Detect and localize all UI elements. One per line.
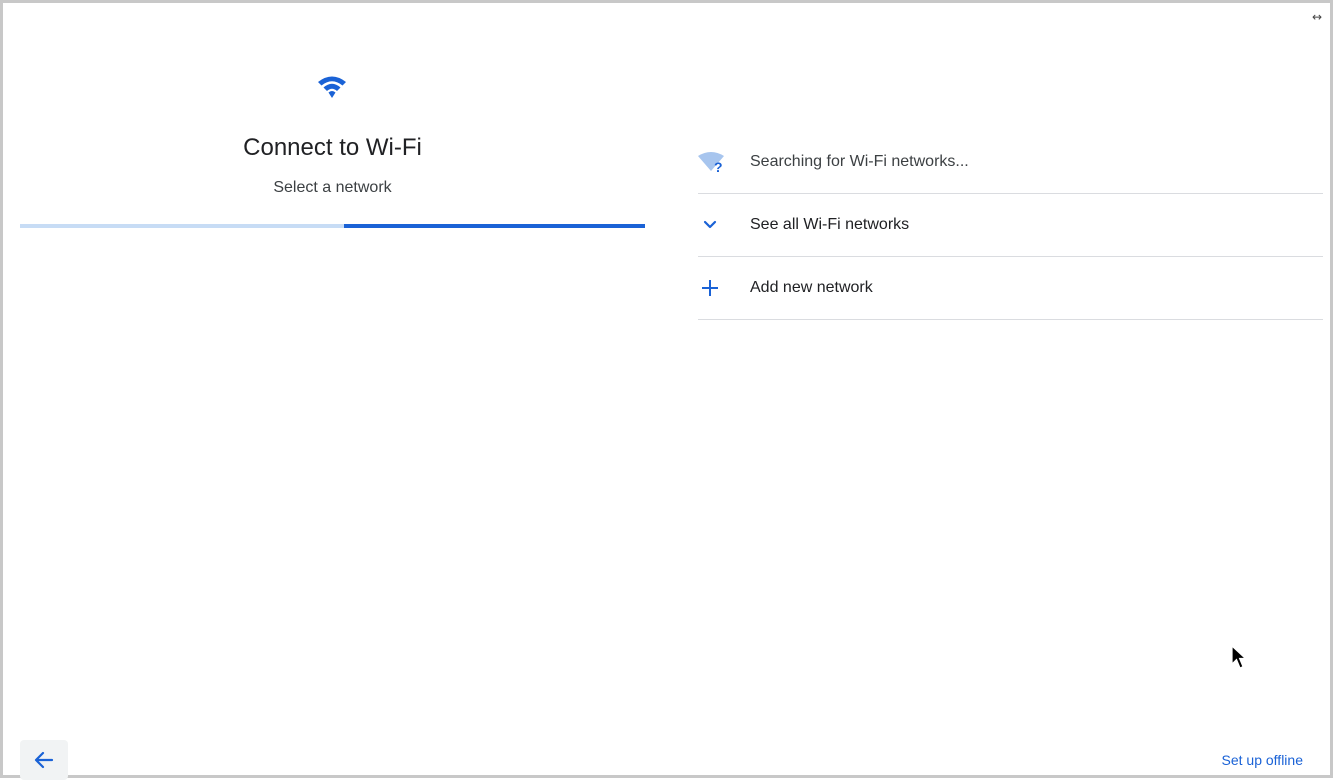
- chevron-down-icon: [698, 213, 750, 237]
- progress-bar-fill: [344, 224, 645, 228]
- see-all-networks-button[interactable]: See all Wi-Fi networks: [698, 194, 1323, 257]
- svg-text:?: ?: [714, 159, 723, 174]
- mouse-pointer-icon: [1231, 645, 1247, 669]
- progress-bar: [20, 224, 645, 228]
- back-button[interactable]: [20, 740, 68, 780]
- network-search-status: ? Searching for Wi-Fi networks...: [698, 131, 1323, 194]
- wifi-icon: [318, 76, 346, 98]
- wifi-searching-icon: ?: [698, 150, 750, 174]
- resize-icon[interactable]: ↔: [1312, 11, 1322, 23]
- network-search-label: Searching for Wi-Fi networks...: [750, 153, 969, 170]
- page-title: Connect to Wi-Fi: [243, 134, 422, 161]
- oobe-window: ↔ Connect to Wi-Fi Select a network ? Se…: [0, 0, 1333, 780]
- add-network-button[interactable]: Add new network: [698, 257, 1323, 320]
- plus-icon: [698, 276, 750, 300]
- network-list: ? Searching for Wi-Fi networks... See al…: [698, 131, 1323, 320]
- add-network-label: Add new network: [750, 279, 873, 296]
- page-subtitle: Select a network: [273, 179, 392, 196]
- see-all-networks-label: See all Wi-Fi networks: [750, 216, 910, 233]
- arrow-left-icon: [34, 751, 54, 769]
- set-up-offline-link[interactable]: Set up offline: [1222, 752, 1303, 768]
- left-pane: Connect to Wi-Fi Select a network: [20, 3, 645, 243]
